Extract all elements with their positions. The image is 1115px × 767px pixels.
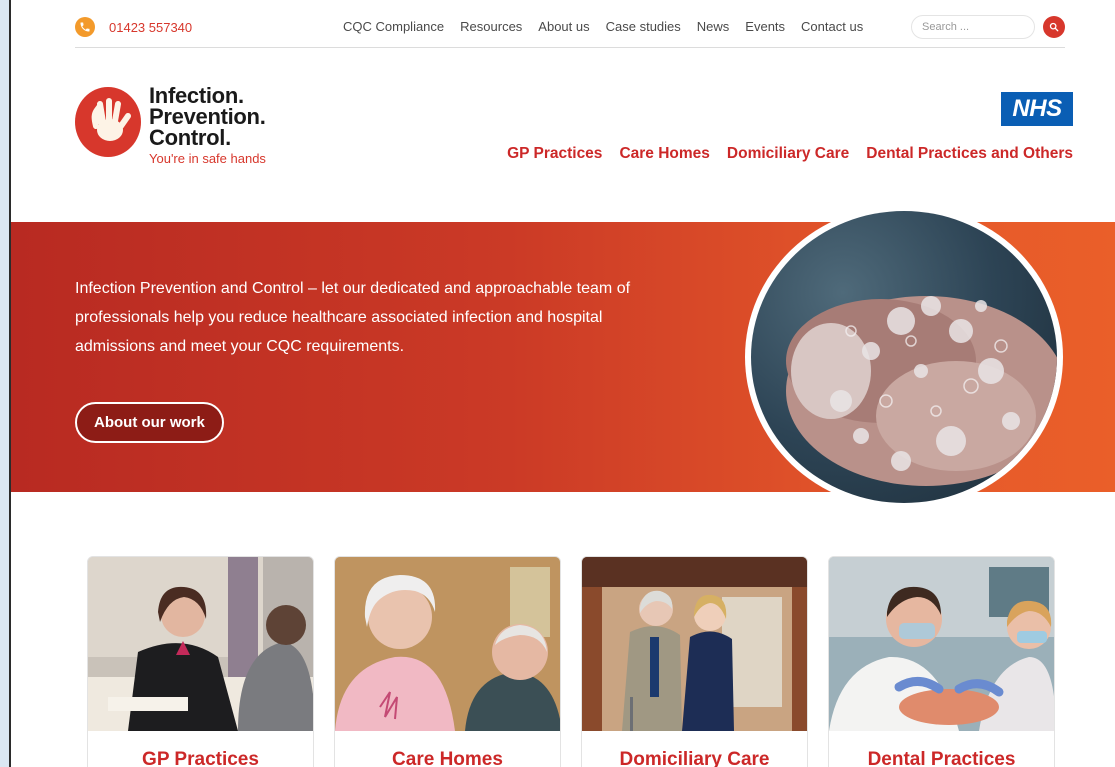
card-title-dental-practices: Dental Practices [867, 749, 1016, 767]
hero-handwash-image [745, 205, 1063, 509]
page: 01423 557340 CQC Compliance Resources Ab… [9, 0, 1115, 767]
search-input[interactable] [911, 15, 1035, 39]
card-title-gp-practices: GP Practices [142, 749, 259, 767]
card-title-domiciliary-care: Domiciliary Care [619, 749, 770, 767]
top-utility-bar: 01423 557340 CQC Compliance Resources Ab… [75, 8, 1065, 48]
search-box [911, 15, 1065, 39]
logo-line-3: Control. [149, 125, 231, 150]
main-nav-domiciliary-care[interactable]: Domiciliary Care [727, 145, 849, 163]
logo-line-2: Prevention. [149, 104, 266, 129]
nav-news[interactable]: News [697, 19, 730, 34]
logo-wordmark: Infection. Prevention. Control. You're i… [149, 83, 266, 167]
gp-practices-image [88, 557, 313, 731]
phone-contact[interactable]: 01423 557340 [75, 17, 192, 37]
main-nav-gp-practices[interactable]: GP Practices [507, 145, 602, 163]
card-gp-practices[interactable]: GP Practices [87, 556, 314, 767]
dental-practices-image [829, 557, 1054, 731]
nhs-logo: NHS [1001, 92, 1073, 126]
utility-nav: CQC Compliance Resources About us Case s… [343, 19, 863, 34]
nav-contact-us[interactable]: Contact us [801, 19, 863, 34]
hero-text: Infection Prevention and Control – let o… [75, 280, 631, 355]
hand-icon [75, 87, 141, 157]
search-button[interactable] [1043, 16, 1065, 38]
nav-cqc-compliance[interactable]: CQC Compliance [343, 19, 444, 34]
main-nav: GP Practices Care Homes Domiciliary Care… [507, 145, 1073, 163]
search-icon [1049, 22, 1059, 32]
logo-line-1: Infection. [149, 83, 244, 108]
phone-number[interactable]: 01423 557340 [109, 20, 192, 35]
site-logo[interactable]: Infection. Prevention. Control. You're i… [75, 85, 266, 166]
card-title-care-homes: Care Homes [392, 749, 503, 767]
card-domiciliary-care[interactable]: Domiciliary Care [581, 556, 808, 767]
card-dental-practices[interactable]: Dental Practices [828, 556, 1055, 767]
nav-resources[interactable]: Resources [460, 19, 522, 34]
card-care-homes[interactable]: Care Homes [334, 556, 561, 767]
phone-icon [75, 17, 95, 37]
nav-case-studies[interactable]: Case studies [606, 19, 681, 34]
nav-about-us[interactable]: About us [538, 19, 589, 34]
logo-tagline: You're in safe hands [149, 151, 266, 166]
main-nav-dental-practices[interactable]: Dental Practices and Others [866, 145, 1073, 163]
care-homes-image [335, 557, 560, 731]
hero-banner: Infection Prevention and Control – let o… [11, 205, 1115, 509]
about-our-work-button[interactable]: About our work [75, 402, 224, 443]
nav-events[interactable]: Events [745, 19, 785, 34]
domiciliary-care-image [582, 557, 807, 731]
main-nav-care-homes[interactable]: Care Homes [619, 145, 709, 163]
